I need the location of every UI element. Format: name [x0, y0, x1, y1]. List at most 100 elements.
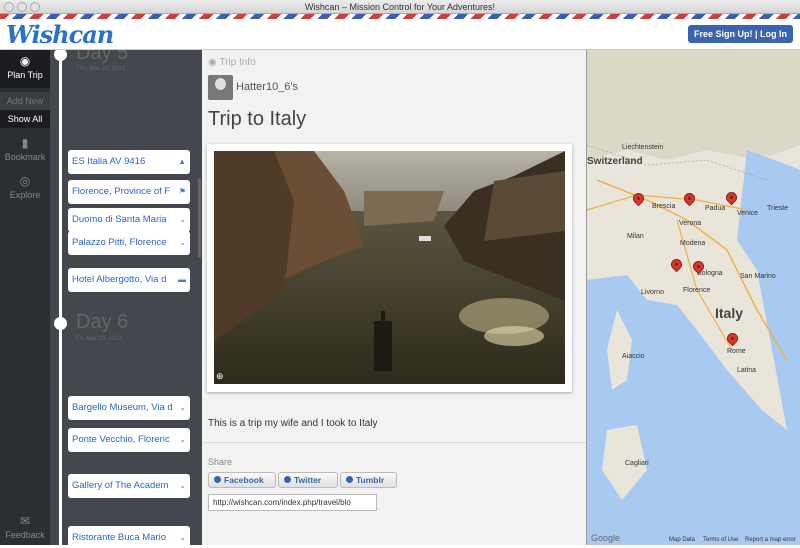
- chevron-icon: ⌄: [179, 215, 186, 224]
- card-hotel-albergotto[interactable]: Hotel Albergotto, Via d ▬: [68, 268, 190, 292]
- bed-icon: ▬: [178, 275, 186, 284]
- zoom-icon[interactable]: ⊕: [216, 371, 224, 382]
- share-url-field[interactable]: http://wishcan.com/index.php/travel/blo: [208, 494, 377, 511]
- nav-add-new[interactable]: Add New: [0, 92, 50, 110]
- map-terms-link[interactable]: Terms of Use: [703, 537, 738, 543]
- trip-description: This is a trip my wife and I took to Ita…: [208, 418, 378, 429]
- card-duomo[interactable]: Duomo di Santa Maria ⌄: [68, 208, 190, 232]
- chevron-icon: ⌄: [179, 533, 186, 542]
- minimize-window-button[interactable]: [17, 2, 27, 12]
- card-buca-mario[interactable]: Ristorante Buca Mario ⌄: [68, 526, 190, 545]
- compass-icon: ◎: [19, 174, 31, 188]
- card-bargello[interactable]: Bargello Museum, Via d ⌄: [68, 396, 190, 420]
- nav-bookmark[interactable]: ▮ Bookmark: [0, 132, 50, 170]
- map-report-link[interactable]: Report a map error: [745, 537, 796, 543]
- share-label: Share: [208, 457, 233, 467]
- chevron-icon: ⌄: [179, 435, 186, 444]
- trip-info-panel: ◉ Trip Info Hatter10_6's Trip to Italy ⊕…: [202, 50, 586, 545]
- card-label: Hotel Albergotto, Via d: [72, 274, 167, 285]
- app-header: Wishcan Free Sign Up! | Log In: [0, 14, 800, 50]
- window-title: Wishcan – Mission Control for Your Adven…: [304, 2, 496, 12]
- train-icon: ▲: [178, 157, 186, 166]
- card-palazzo-pitti[interactable]: Palazzo Pitti, Florence ⌄: [68, 231, 190, 255]
- window-titlebar: Wishcan – Mission Control for Your Adven…: [0, 0, 800, 14]
- card-label: Ponte Vecchio, Florenc: [72, 434, 170, 445]
- card-label: Duomo di Santa Maria: [72, 214, 167, 225]
- close-window-button[interactable]: [4, 2, 14, 12]
- day5-marker: [54, 50, 67, 61]
- day6-label: Day 6: [76, 311, 129, 333]
- facebook-share-button[interactable]: Facebook: [208, 472, 276, 488]
- tumblr-icon: [346, 476, 353, 483]
- tumblr-label: Tumblr: [356, 475, 385, 485]
- nav-plan-trip[interactable]: ◉ Plan Trip: [0, 50, 50, 88]
- trip-map[interactable]: Switzerland Liechtenstein Milan Brescia …: [586, 50, 800, 545]
- trip-info-heading: ◉ Trip Info: [208, 57, 256, 68]
- day6-marker: [54, 317, 67, 330]
- card-label: ES Italia AV 9416: [72, 156, 146, 167]
- card-label: Bargello Museum, Via d: [72, 402, 173, 413]
- bookmark-icon: ▮: [21, 136, 29, 150]
- trip-owner[interactable]: Hatter10_6's: [236, 81, 298, 93]
- map-label-florence: Florence: [683, 287, 711, 294]
- map-label-venice: Venice: [737, 210, 759, 217]
- tumblr-share-button[interactable]: Tumblr: [340, 472, 397, 488]
- user-avatar[interactable]: [208, 75, 233, 100]
- map-label-cagliari: Cagliari: [625, 460, 649, 467]
- chevron-icon: ⌄: [179, 238, 186, 247]
- card-label: Ristorante Buca Mario: [72, 532, 166, 543]
- card-accademia[interactable]: Gallery of The Academ ⌄: [68, 474, 190, 498]
- info-icon: ◉: [208, 57, 220, 68]
- chevron-icon: ⌄: [179, 403, 186, 412]
- day5-label: Day 5: [76, 50, 129, 64]
- divider: [202, 442, 586, 443]
- nav-show-all[interactable]: Show All: [0, 110, 50, 128]
- chevron-icon: ⌄: [179, 481, 186, 490]
- map-label-milan: Milan: [627, 233, 644, 240]
- map-label-italy: Italy: [715, 305, 744, 321]
- map-label-latina: Latina: [737, 367, 757, 374]
- nav-feedback-label: Feedback: [5, 530, 45, 540]
- map-background: [587, 50, 800, 545]
- map-data-link[interactable]: Map Data: [669, 537, 695, 543]
- day5-date: Thu, Mar 22, 2012: [76, 66, 126, 72]
- nav-explore[interactable]: ◎ Explore: [0, 170, 50, 208]
- nav-explore-label: Explore: [9, 190, 41, 200]
- map-label-rome: Rome: [727, 348, 746, 355]
- flag-icon: ⚑: [178, 187, 186, 196]
- map-label-trieste: Trieste: [767, 205, 789, 212]
- twitter-label: Twitter: [294, 475, 322, 485]
- venice-canal-photo[interactable]: ⊕: [214, 151, 565, 384]
- nav-plan-trip-label: Plan Trip: [7, 70, 43, 80]
- facebook-icon: [214, 476, 221, 483]
- card-es-italia[interactable]: ES Italia AV 9416 ▲: [68, 150, 190, 174]
- nav-bookmark-label: Bookmark: [4, 152, 46, 162]
- facebook-label: Facebook: [224, 475, 264, 485]
- google-logo: Google: [591, 533, 621, 543]
- globe-icon: ◉: [19, 54, 31, 68]
- card-label: Gallery of The Academ: [72, 480, 169, 491]
- zoom-window-button[interactable]: [30, 2, 40, 12]
- itinerary-timeline[interactable]: Day 5 Thu, Mar 22, 2012 ES Italia AV 941…: [50, 50, 202, 545]
- map-label-brescia: Brescia: [652, 203, 676, 210]
- feedback-icon: ✉: [19, 514, 31, 528]
- left-sidebar: ◉ Plan Trip Add New Show All ▮ Bookmark …: [0, 50, 50, 545]
- signup-login-button[interactable]: Free Sign Up! | Log In: [688, 25, 793, 43]
- card-label: Florence, Province of F: [72, 186, 171, 197]
- nav-feedback[interactable]: ✉ Feedback: [0, 510, 50, 548]
- map-label-ajaccio: Aiaccio: [622, 353, 645, 360]
- map-label-padua: Padua: [705, 205, 726, 212]
- twitter-share-button[interactable]: Twitter: [278, 472, 338, 488]
- trip-photo-frame[interactable]: ⊕: [207, 144, 572, 392]
- card-ponte-vecchio[interactable]: Ponte Vecchio, Florenc ⌄: [68, 428, 190, 452]
- map-label-liechtenstein: Liechtenstein: [622, 144, 664, 151]
- map-label-modena: Modena: [680, 240, 706, 247]
- map-label-san-marino: San Marino: [740, 273, 776, 280]
- timeline-scrollbar[interactable]: [198, 178, 201, 258]
- wishcan-logo[interactable]: Wishcan: [6, 20, 114, 49]
- day6-date: Fri, Mar 23, 2012: [76, 336, 122, 342]
- card-florence[interactable]: Florence, Province of F ⚑: [68, 180, 190, 204]
- trip-info-label: Trip Info: [219, 57, 256, 68]
- timeline-line: [59, 50, 62, 545]
- map-label-verona: Verona: [679, 220, 702, 227]
